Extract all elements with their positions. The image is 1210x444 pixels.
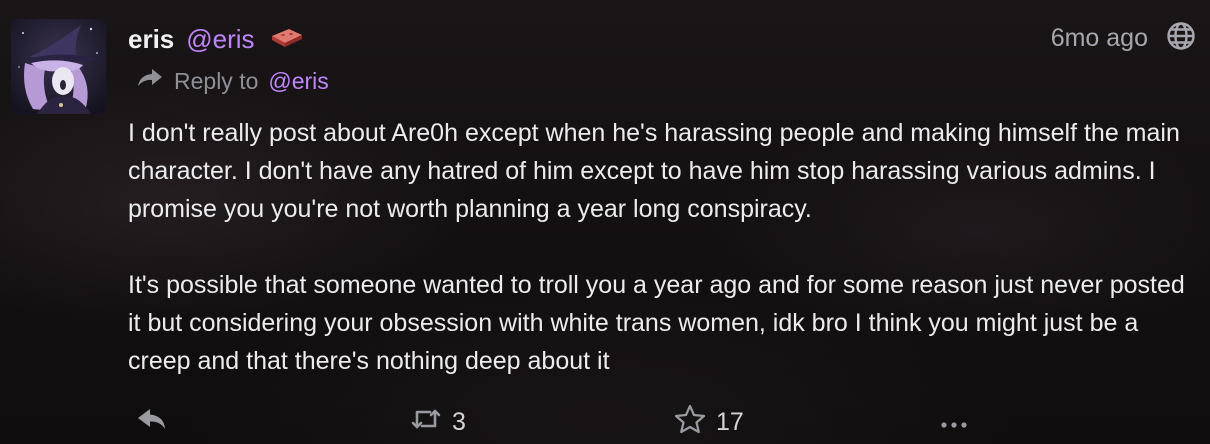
post-header: eris @eris (128, 22, 305, 56)
status-post: eris @eris 6mo ago Reply to @eris I don'… (0, 0, 1210, 444)
star-icon (674, 404, 706, 441)
author-handle[interactable]: @eris (186, 24, 254, 55)
reply-button[interactable] (136, 402, 168, 442)
boost-count: 3 (452, 407, 466, 436)
display-name[interactable]: eris (128, 24, 174, 55)
boost-button[interactable]: 3 (410, 402, 466, 442)
reply-to-handle[interactable]: @eris (268, 68, 328, 95)
reply-icon (136, 406, 168, 439)
reply-context: Reply to @eris (136, 64, 329, 98)
brick-icon (269, 25, 305, 54)
reply-to-label: Reply to (174, 67, 259, 94)
avatar[interactable] (11, 19, 106, 114)
action-bar: 3 17 (0, 402, 1210, 442)
post-paragraph: I don't really post about Are0h except w… (128, 119, 1180, 223)
post-meta: 6mo ago (1051, 20, 1196, 56)
retweet-icon (410, 406, 442, 439)
favorite-count: 17 (716, 407, 744, 436)
favorite-button[interactable]: 17 (674, 402, 744, 442)
post-content: I don't really post about Are0h except w… (128, 114, 1198, 380)
globe-icon (1166, 21, 1196, 56)
timestamp[interactable]: 6mo ago (1051, 24, 1148, 53)
ellipsis-icon (938, 408, 970, 437)
more-button[interactable] (938, 402, 970, 442)
reply-arrow-icon (136, 67, 164, 95)
post-paragraph: It's possible that someone wanted to tro… (128, 271, 1185, 375)
